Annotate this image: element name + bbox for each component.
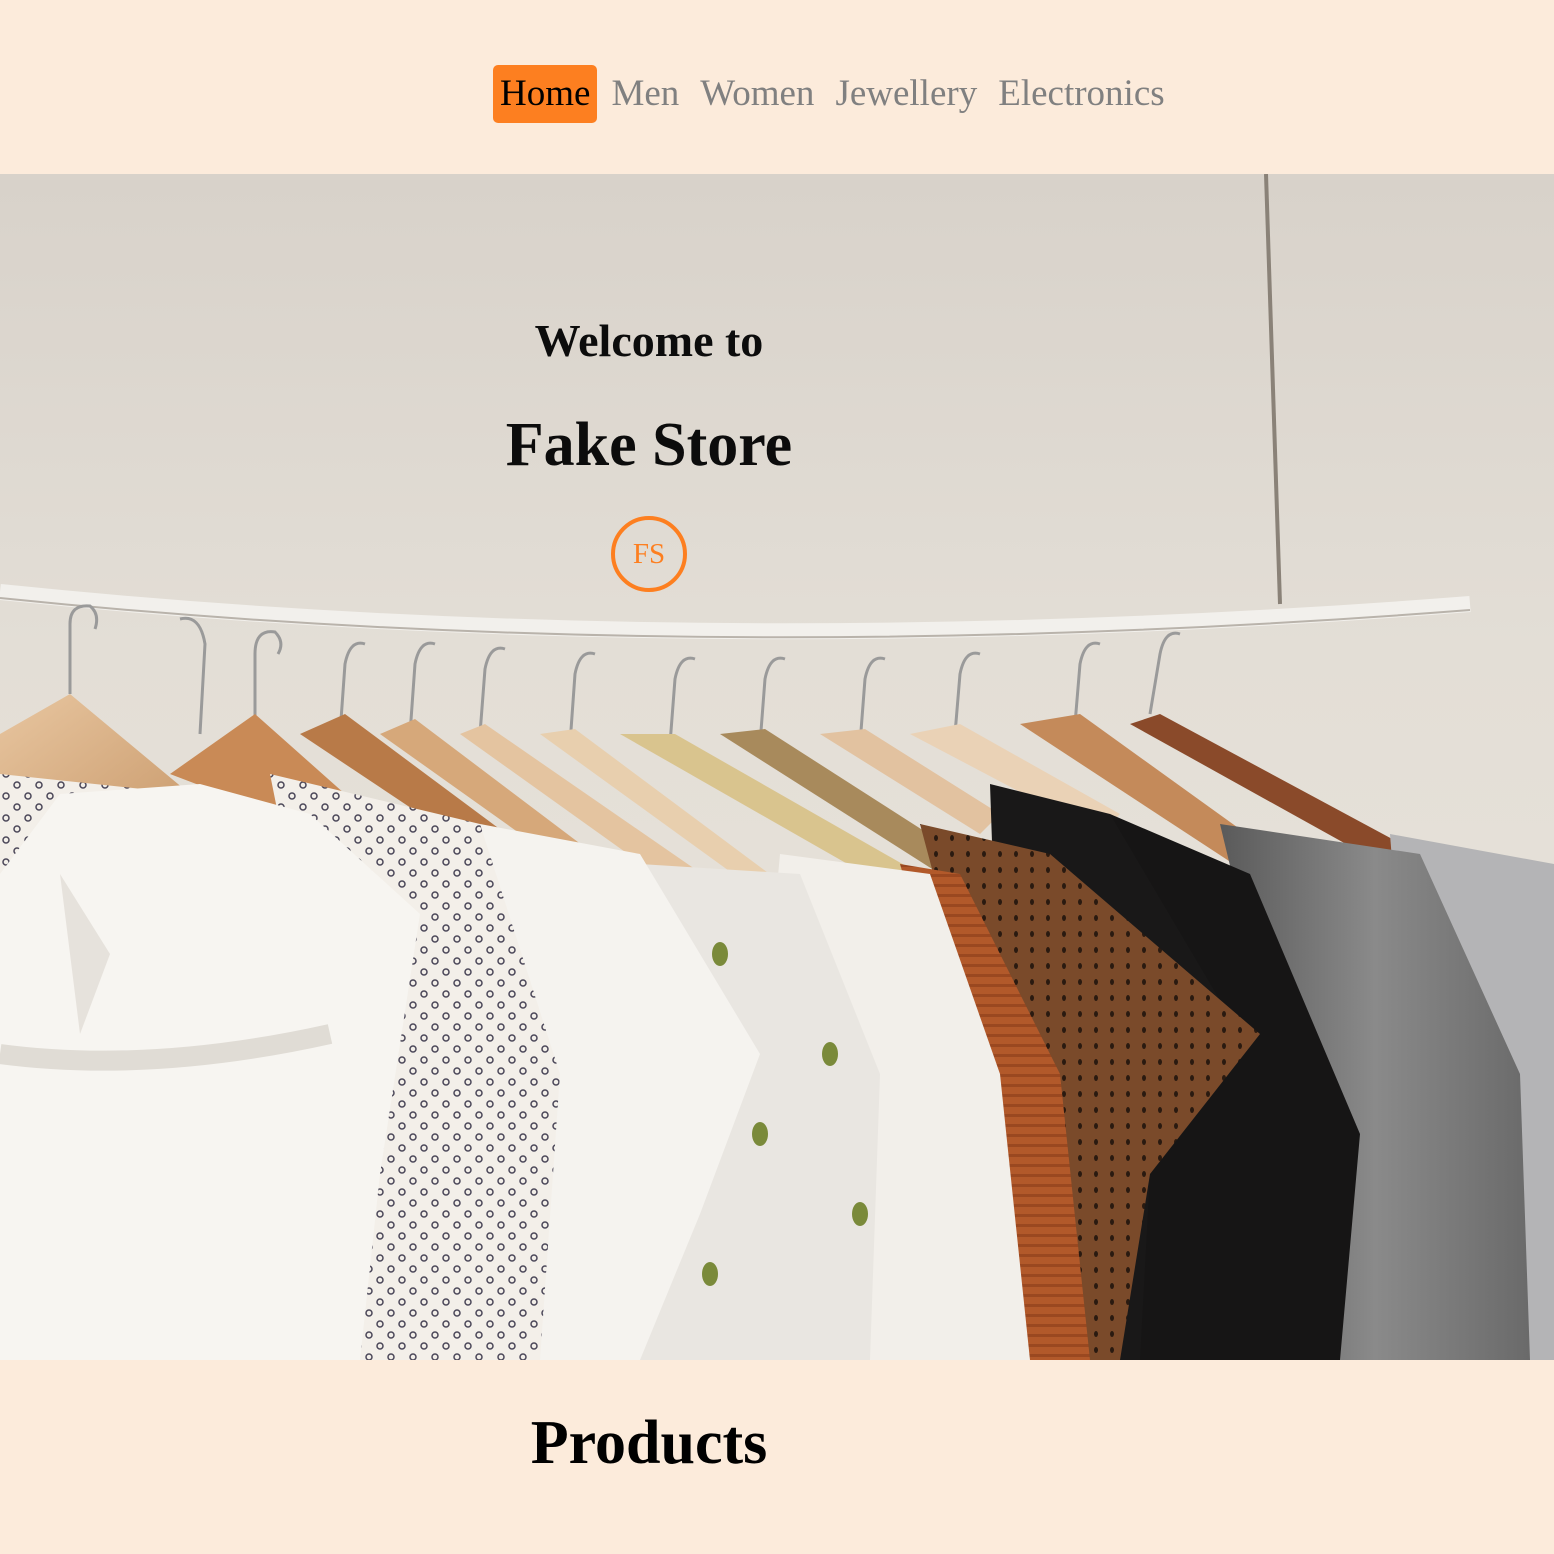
hero-store-title: Fake Store [505, 411, 793, 479]
nav-item-women[interactable]: Women [693, 65, 821, 123]
nav-item-home[interactable]: Home [493, 65, 598, 123]
hero-banner: Welcome to Fake Store FS [0, 174, 1554, 1360]
hero-welcome-text: Welcome to [534, 315, 764, 366]
store-logo-badge: FS [611, 516, 687, 592]
nav-list: Home Men Women Jewellery Electronics [493, 65, 1179, 123]
nav-item-men[interactable]: Men [604, 65, 686, 123]
nav-item-electronics[interactable]: Electronics [991, 65, 1171, 123]
products-heading: Products [530, 1409, 768, 1477]
page: Home Men Women Jewellery Electronics Wel… [0, 0, 1554, 1554]
top-navigation: Home Men Women Jewellery Electronics [0, 0, 1554, 174]
nav-item-jewellery[interactable]: Jewellery [828, 65, 984, 123]
